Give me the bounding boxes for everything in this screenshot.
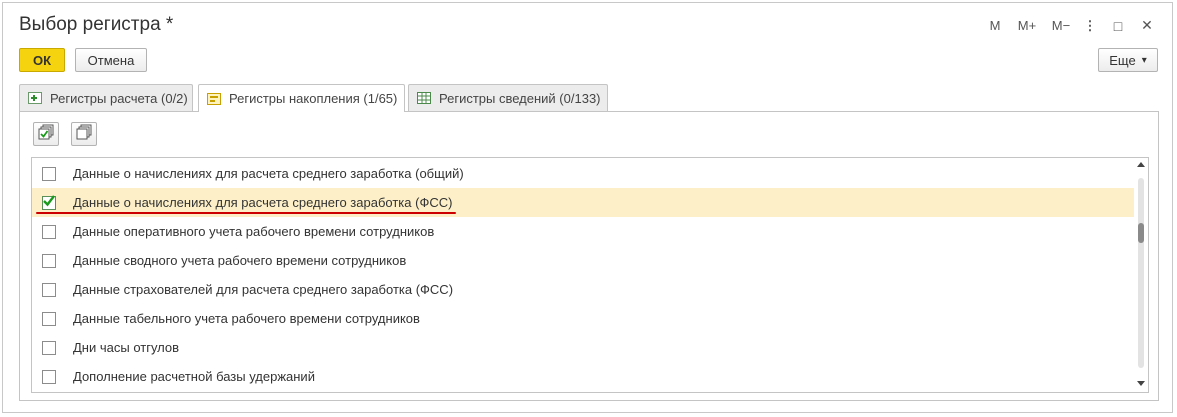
- close-icon[interactable]: ✕: [1136, 17, 1158, 34]
- scrollbar-thumb[interactable]: [1138, 223, 1144, 243]
- maximize-icon[interactable]: □: [1106, 18, 1130, 34]
- dropdown-arrow-icon: ▾: [1141, 54, 1147, 66]
- scrollbar-track[interactable]: [1138, 178, 1144, 368]
- tab-panel: Данные о начислениях для расчета среднег…: [19, 111, 1159, 401]
- ok-button[interactable]: ОК: [19, 48, 65, 72]
- list-item[interactable]: Данные табельного учета рабочего времени…: [32, 304, 1134, 333]
- accumulation-register-icon: [207, 92, 221, 105]
- more-button[interactable]: Еще ▾: [1098, 48, 1158, 72]
- register-selection-window: Выбор регистра * M M+ M− ⋮ □ ✕ ОК Отмена…: [2, 2, 1173, 413]
- row-label: Данные оперативного учета рабочего време…: [73, 224, 435, 239]
- row-checkbox[interactable]: [42, 311, 56, 326]
- scroll-down-icon[interactable]: [1137, 381, 1145, 386]
- row-checkbox-checked[interactable]: [42, 194, 56, 210]
- tab-calc-registers[interactable]: Регистры расчета (0/2): [19, 84, 193, 111]
- register-list: Данные о начислениях для расчета среднег…: [31, 157, 1149, 393]
- row-checkbox[interactable]: [42, 253, 56, 268]
- row-label: Дни часы отгулов: [73, 340, 180, 355]
- row-label: Данные о начислениях для расчета среднег…: [73, 195, 453, 210]
- scroll-up-icon[interactable]: [1137, 162, 1145, 167]
- list-item[interactable]: Данные оперативного учета рабочего време…: [32, 217, 1134, 246]
- list-item[interactable]: Дни часы отгулов: [32, 333, 1134, 362]
- cancel-button[interactable]: Отмена: [75, 48, 147, 72]
- row-checkbox[interactable]: [42, 166, 56, 181]
- calc-register-icon: [28, 92, 42, 104]
- row-checkbox[interactable]: [42, 282, 56, 297]
- info-register-icon: [417, 92, 431, 104]
- tab-label: Регистры расчета (0/2): [50, 90, 188, 106]
- tab-label: Регистры накопления (1/65): [229, 91, 398, 106]
- list-item[interactable]: Данные страхователей для расчета среднег…: [32, 275, 1134, 304]
- tab-accumulation-registers[interactable]: Регистры накопления (1/65): [198, 84, 405, 112]
- check-all-button[interactable]: [33, 122, 59, 146]
- more-actions-icon[interactable]: ⋮: [1080, 18, 1100, 34]
- annotation-underline-row: [36, 212, 456, 214]
- row-label: Данные сводного учета рабочего времени с…: [73, 253, 407, 268]
- row-checkbox[interactable]: [42, 369, 56, 384]
- list-item[interactable]: Данные сводного учета рабочего времени с…: [32, 246, 1134, 275]
- uncheck-all-icon: [76, 124, 92, 145]
- row-checkbox[interactable]: [42, 340, 56, 355]
- list-item[interactable]: Данные о начислениях для расчета среднег…: [32, 159, 1134, 188]
- tab-label: Регистры сведений (0/133): [439, 90, 601, 106]
- list-item[interactable]: Дополнение расчетной базы удержаний: [32, 362, 1134, 391]
- row-label: Данные о начислениях для расчета среднег…: [73, 166, 464, 181]
- window-controls: M M+ M− ⋮ □ ✕: [984, 17, 1158, 34]
- row-checkbox[interactable]: [42, 224, 56, 239]
- tab-info-registers[interactable]: Регистры сведений (0/133): [408, 84, 608, 111]
- memory-store-button[interactable]: M: [984, 18, 1006, 33]
- more-label: Еще: [1109, 52, 1136, 68]
- row-label: Дополнение расчетной базы удержаний: [73, 369, 315, 384]
- uncheck-all-button[interactable]: [71, 122, 97, 146]
- row-label: Данные табельного учета рабочего времени…: [73, 311, 420, 326]
- memory-add-button[interactable]: M+: [1012, 18, 1042, 33]
- memory-subtract-button[interactable]: M−: [1046, 18, 1076, 33]
- row-label: Данные страхователей для расчета среднег…: [73, 282, 454, 297]
- vertical-scrollbar[interactable]: [1134, 158, 1148, 392]
- window-title: Выбор регистра *: [19, 14, 174, 35]
- check-all-icon: [38, 124, 54, 145]
- checkmark-icon: [43, 194, 55, 206]
